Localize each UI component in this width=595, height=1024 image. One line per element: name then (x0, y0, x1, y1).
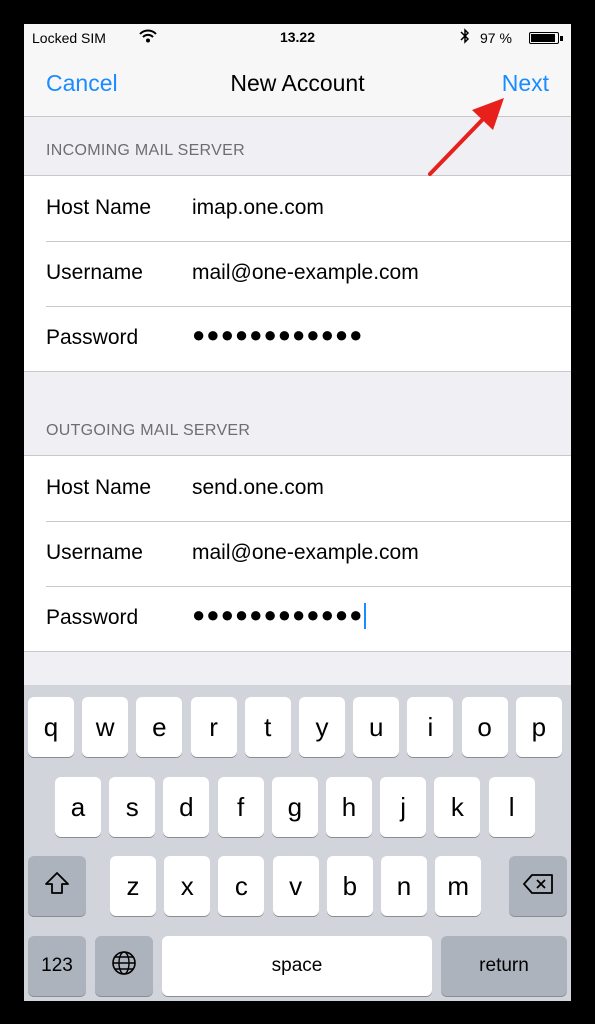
outgoing-password-row[interactable]: Password ●●●●●●●●●●●● (24, 586, 571, 651)
key-j[interactable]: j (380, 777, 427, 837)
key-s[interactable]: s (109, 777, 156, 837)
key-z[interactable]: z (110, 856, 156, 916)
incoming-password-row[interactable]: Password ●●●●●●●●●●●● (24, 306, 571, 371)
incoming-username-row[interactable]: Username mail@one-example.com (24, 241, 571, 306)
backspace-icon (522, 871, 554, 902)
key-i[interactable]: i (407, 697, 454, 757)
backspace-key[interactable] (509, 856, 567, 916)
key-b[interactable]: b (326, 856, 373, 916)
incoming-username-field[interactable]: mail@one-example.com (192, 261, 419, 285)
key-e[interactable]: e (136, 697, 183, 757)
key-r[interactable]: r (190, 697, 237, 757)
shift-icon (44, 871, 70, 902)
key-y[interactable]: y (299, 697, 345, 757)
key-f[interactable]: f (217, 777, 264, 837)
return-key[interactable]: return (441, 936, 567, 996)
arrow-annotation-icon (428, 98, 504, 176)
outgoing-username-row[interactable]: Username mail@one-example.com (24, 521, 571, 586)
key-m[interactable]: m (435, 856, 482, 916)
outgoing-host-row[interactable]: Host Name send.one.com (24, 456, 571, 521)
key-v[interactable]: v (272, 856, 319, 916)
outgoing-section-header: OUTGOING MAIL SERVER (46, 422, 251, 439)
key-a[interactable]: a (55, 777, 101, 837)
globe-icon (111, 950, 137, 983)
outgoing-host-label: Host Name (46, 476, 152, 499)
outgoing-password-label: Password (46, 606, 139, 629)
key-n[interactable]: n (381, 856, 427, 916)
outgoing-password-dots: ●●●●●●●●●●●● (192, 602, 364, 627)
phone-screen: Locked SIM 13.22 97 % Cancel New Account… (24, 24, 571, 1001)
key-k[interactable]: k (434, 777, 481, 837)
key-p[interactable]: p (515, 697, 562, 757)
outgoing-username-field[interactable]: mail@one-example.com (192, 541, 419, 565)
text-cursor (364, 603, 367, 630)
incoming-password-field[interactable]: ●●●●●●●●●●●● (192, 322, 363, 348)
key-w[interactable]: w (82, 697, 129, 757)
space-key[interactable]: space (162, 936, 432, 996)
key-o[interactable]: o (461, 697, 508, 757)
key-l[interactable]: l (488, 777, 535, 837)
key-d[interactable]: d (163, 777, 210, 837)
outgoing-host-field[interactable]: send.one.com (192, 476, 324, 500)
shift-key[interactable] (28, 856, 86, 916)
outgoing-password-field[interactable]: ●●●●●●●●●●●● (192, 602, 367, 630)
key-x[interactable]: x (164, 856, 211, 916)
key-u[interactable]: u (353, 697, 400, 757)
key-h[interactable]: h (326, 777, 372, 837)
incoming-password-label: Password (46, 326, 139, 349)
numbers-key[interactable]: 123 (28, 936, 86, 996)
incoming-username-label: Username (46, 261, 143, 284)
outgoing-username-label: Username (46, 541, 143, 564)
globe-key[interactable] (95, 936, 153, 996)
key-t[interactable]: t (244, 697, 291, 757)
keyboard: qwertyuiop asdfghjkl zxcvbnm 123 space r… (24, 685, 571, 1001)
outgoing-server-group: Host Name send.one.com Username mail@one… (24, 455, 571, 652)
key-g[interactable]: g (271, 777, 318, 837)
key-c[interactable]: c (218, 856, 265, 916)
key-q[interactable]: q (28, 697, 74, 757)
